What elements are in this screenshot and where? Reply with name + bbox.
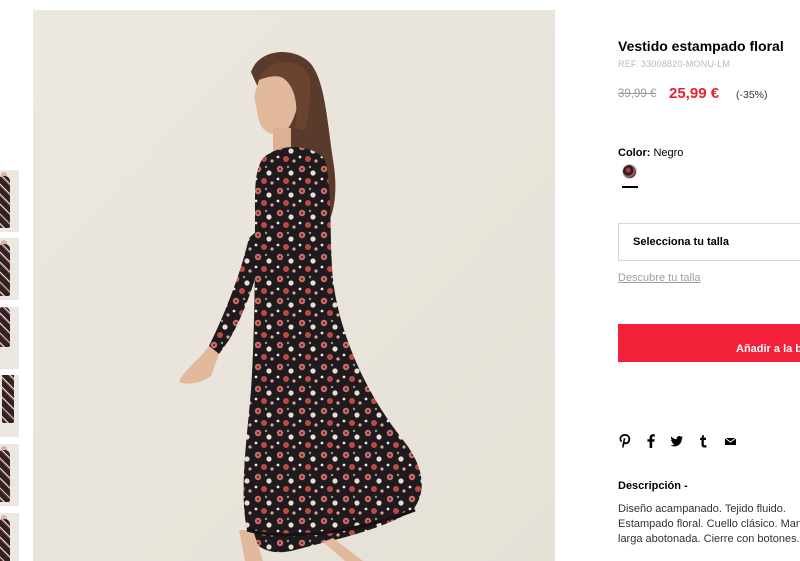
color-row: Color: Negro xyxy=(618,147,683,159)
tumblr-icon[interactable] xyxy=(698,433,708,449)
twitter-icon[interactable] xyxy=(670,433,684,449)
product-panel: Vestido estampado floral REF. 33008820-M… xyxy=(618,0,800,561)
model-illustration xyxy=(33,10,555,561)
price-sale: 25,99 € xyxy=(669,85,720,102)
product-title: Vestido estampado floral xyxy=(618,38,784,54)
discount-badge: (-35%) xyxy=(736,89,768,101)
thumbnail-dress xyxy=(0,519,10,561)
thumbnail-6[interactable] xyxy=(0,513,19,561)
description-title: Descripción - xyxy=(618,480,688,492)
color-value: Negro xyxy=(653,147,684,159)
facebook-icon[interactable] xyxy=(646,433,656,449)
color-label: Color: xyxy=(618,147,651,159)
email-icon[interactable] xyxy=(724,433,737,449)
thumbnail-dress xyxy=(0,176,10,228)
product-ref: REF. 33008820-MONU-LM xyxy=(618,59,731,69)
product-main-image[interactable] xyxy=(33,10,555,561)
thumbnail-dress xyxy=(0,244,10,296)
price-original: 39,99 € xyxy=(618,88,657,100)
thumbnail-dress xyxy=(0,307,10,347)
selected-swatch-indicator xyxy=(622,186,638,188)
thumbnail-4[interactable] xyxy=(0,375,19,437)
thumbnail-3[interactable] xyxy=(0,307,19,369)
thumbnail-5[interactable] xyxy=(0,444,19,506)
color-swatch-negro[interactable] xyxy=(622,164,637,179)
pinterest-icon[interactable] xyxy=(618,433,632,449)
thumbnail-dress xyxy=(0,450,10,502)
description-text: Diseño acampanado. Tejido fluido. Estamp… xyxy=(618,503,800,545)
thumbnail-1[interactable] xyxy=(0,170,19,232)
thumbnail-dress xyxy=(2,375,14,423)
size-select[interactable]: Selecciona tu talla xyxy=(618,223,800,261)
size-guide-link[interactable]: Descubre tu talla xyxy=(618,272,701,284)
thumbnail-2[interactable] xyxy=(0,238,19,300)
add-to-bag-button[interactable]: Añadir a la b xyxy=(618,324,800,362)
